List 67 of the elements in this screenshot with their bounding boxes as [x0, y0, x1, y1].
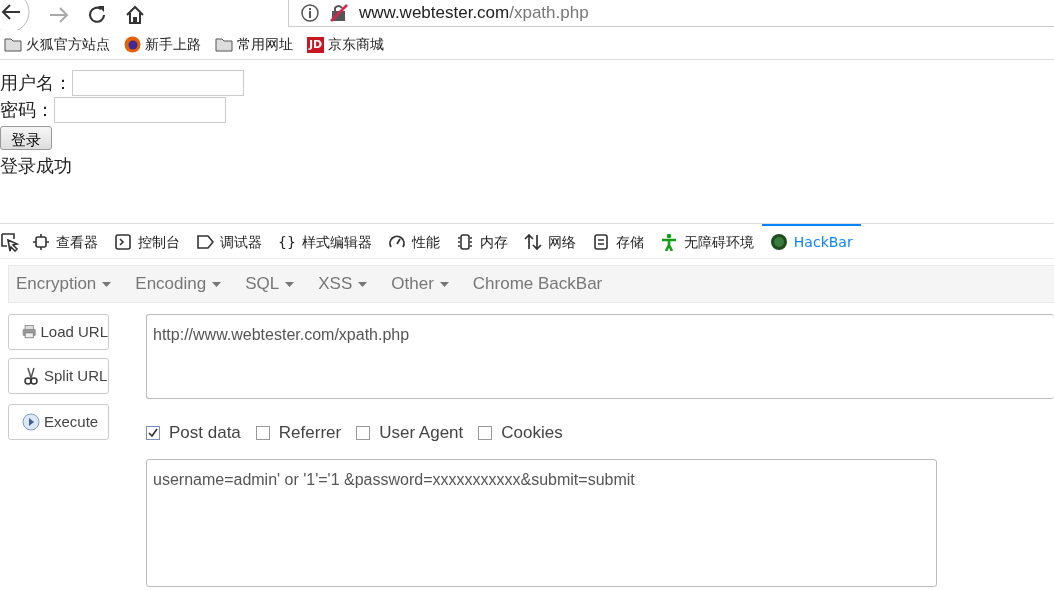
arrows-icon	[523, 233, 542, 251]
bookmark-link[interactable]: 新手上路	[145, 34, 201, 55]
bookmark-link[interactable]: 京东商城	[328, 34, 385, 55]
devtools-tab[interactable]: 无障碍环境	[651, 224, 762, 258]
devtools-tab[interactable]: 查看器	[24, 224, 106, 258]
folder-icon	[4, 37, 22, 52]
hackbar-button[interactable]: Load URL	[8, 314, 109, 350]
devtools-tab[interactable]: 控制台	[106, 224, 188, 258]
caret-icon	[285, 281, 295, 287]
devtools-tab[interactable]: 内存	[447, 224, 516, 258]
post-data-field[interactable]: username=admin' or '1'='1 &password=xxxxxxxxxxx&submit=submit	[146, 458, 937, 587]
storage-icon	[591, 233, 610, 251]
chip-icon	[455, 233, 474, 251]
caret-icon	[102, 281, 112, 287]
option-label: User Agent	[379, 422, 464, 444]
browser-logo-icon	[124, 36, 141, 53]
devtools-tab[interactable]: 网络	[515, 224, 584, 258]
play-icon	[21, 412, 41, 432]
checkbox[interactable]	[255, 425, 270, 440]
devtools-tab[interactable]: 调试器	[188, 224, 270, 258]
circle-icon	[769, 233, 788, 251]
person-icon	[659, 233, 678, 251]
devtools-tab[interactable]: {} 样式编辑器	[270, 224, 380, 258]
tag-icon	[196, 233, 214, 251]
console-icon	[114, 233, 132, 251]
checkbox[interactable]	[146, 425, 160, 440]
info-icon	[301, 3, 319, 22]
bookmark-link[interactable]: 火狐官方站点	[26, 34, 110, 55]
store-logo-icon: JD	[307, 36, 325, 53]
caret-icon	[439, 281, 449, 287]
input-field[interactable]	[72, 69, 244, 96]
braces-icon: {}	[278, 231, 296, 253]
devtools-tab[interactable]: 性能	[379, 224, 448, 258]
insecure-lock-icon	[329, 2, 349, 23]
home-button[interactable]	[124, 4, 146, 26]
reload-button[interactable]	[86, 4, 108, 26]
address-bar[interactable]: www.webtester.com/xpath.php	[288, 0, 1054, 27]
url-field[interactable]: http://www.webtester.com/xpath.php	[146, 314, 1054, 399]
checkbox[interactable]	[356, 425, 371, 440]
devtools-tab[interactable]: HackBar	[761, 224, 861, 258]
menu-item[interactable]: Chrome BackBar	[472, 271, 603, 297]
field-label: 用户名：	[0, 71, 72, 95]
hackbar-button[interactable]: Execute	[8, 404, 109, 440]
option-label: Post data	[169, 422, 241, 444]
bookmark-link[interactable]: 常用网址	[237, 34, 293, 55]
inspector-icon	[32, 233, 50, 251]
address-text: www.webtester.com/xpath.php	[359, 1, 589, 24]
hackbar-button[interactable]: Split URL	[8, 358, 109, 394]
menu-item[interactable]: XSS	[318, 271, 368, 297]
checkbox[interactable]	[478, 425, 493, 440]
status-message: 登录成功	[0, 154, 73, 178]
menu-item[interactable]: Encoding	[135, 271, 222, 297]
menu-item[interactable]: Encryption	[16, 271, 112, 297]
back-button[interactable]	[0, 0, 32, 30]
option-label: Cookies	[501, 422, 563, 444]
caret-icon	[358, 281, 368, 287]
menu-item[interactable]: Other	[391, 271, 449, 297]
option-label: Referrer	[278, 422, 342, 444]
devtools-tab[interactable]: 存储	[583, 224, 652, 258]
caret-icon	[212, 281, 222, 287]
folder-icon	[215, 37, 233, 52]
menu-item[interactable]: SQL	[245, 271, 295, 297]
scissors-icon	[21, 366, 41, 386]
login-button[interactable]: 登录	[0, 126, 52, 150]
picker-icon[interactable]	[0, 232, 20, 252]
field-label: 密码：	[0, 98, 54, 122]
input-field[interactable]	[54, 96, 226, 123]
